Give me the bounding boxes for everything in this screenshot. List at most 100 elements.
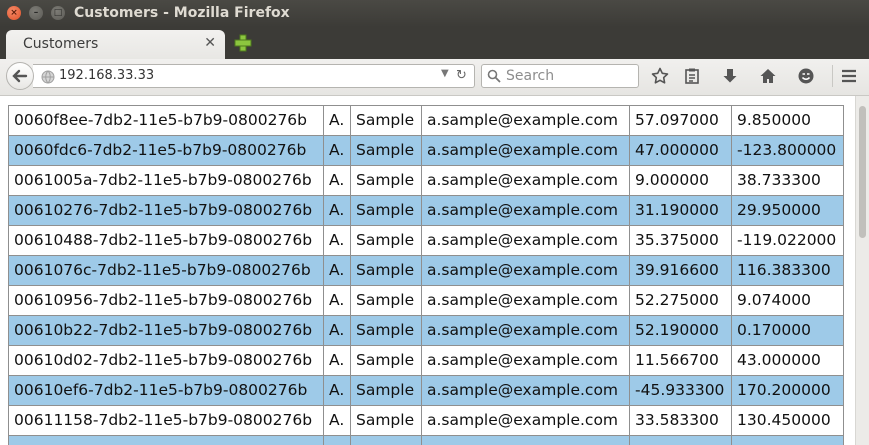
last-name-cell bbox=[350, 435, 422, 445]
initial-cell: A. bbox=[323, 195, 351, 226]
initial-cell: A. bbox=[323, 375, 351, 406]
url-bar[interactable]: 192.168.33.33 ▼ ↻ bbox=[33, 64, 475, 88]
longitude-cell: 130.450000 bbox=[731, 405, 844, 436]
window-title: Customers - Mozilla Firefox bbox=[74, 5, 290, 21]
customer-id-cell: 0060f8ee-7db2-11e5-b7b9-0800276b bbox=[8, 105, 324, 136]
longitude-cell bbox=[731, 435, 844, 445]
longitude-cell: 9.074000 bbox=[731, 285, 844, 316]
email-cell: a.sample@example.com bbox=[421, 405, 630, 436]
latitude-cell: 39.916600 bbox=[629, 255, 732, 286]
table-row: 0060f8ee-7db2-11e5-b7b9-0800276b A. Sample… bbox=[8, 105, 844, 136]
longitude-cell: 43.000000 bbox=[731, 345, 844, 376]
last-name-cell: Sample bbox=[350, 315, 422, 346]
longitude-cell: 0.170000 bbox=[731, 315, 844, 346]
email-cell: a.sample@example.com bbox=[421, 345, 630, 376]
customer-id-cell: 00610b22-7db2-11e5-b7b9-0800276b bbox=[8, 315, 324, 346]
latitude-cell bbox=[629, 435, 732, 445]
email-cell: a.sample@example.com bbox=[421, 375, 630, 406]
globe-icon bbox=[41, 70, 55, 84]
minimize-icon[interactable]: – bbox=[29, 6, 43, 20]
latitude-cell: 11.566700 bbox=[629, 345, 732, 376]
customer-id-cell: 0061005a-7db2-11e5-b7b9-0800276b bbox=[8, 165, 324, 196]
initial-cell: A. bbox=[323, 405, 351, 436]
customer-id-cell: 00610276-7db2-11e5-b7b9-0800276b bbox=[8, 195, 324, 226]
plus-icon[interactable] bbox=[233, 33, 253, 53]
initial-cell: A. bbox=[323, 285, 351, 316]
url-text[interactable]: 192.168.33.33 bbox=[59, 68, 154, 83]
search-bar[interactable]: Search bbox=[481, 64, 639, 88]
clipboard-icon[interactable] bbox=[683, 67, 701, 85]
chevron-down-icon[interactable]: ▼ bbox=[441, 68, 449, 79]
initial-cell: A. bbox=[323, 225, 351, 256]
email-cell: a.sample@example.com bbox=[421, 135, 630, 166]
initial-cell bbox=[323, 435, 351, 445]
customer-id-cell: 00610488-7db2-11e5-b7b9-0800276b bbox=[8, 225, 324, 256]
last-name-cell: Sample bbox=[350, 105, 422, 136]
table-row: 00611158-7db2-11e5-b7b9-0800276b A. Sample… bbox=[8, 405, 844, 436]
initial-cell: A. bbox=[323, 255, 351, 286]
longitude-cell: 38.733300 bbox=[731, 165, 844, 196]
table-row bbox=[8, 435, 844, 445]
search-placeholder: Search bbox=[506, 68, 555, 84]
close-icon[interactable]: × bbox=[7, 6, 21, 20]
scrollbar-thumb[interactable] bbox=[859, 106, 866, 238]
initial-cell: A. bbox=[323, 165, 351, 196]
customer-id-cell: 00610956-7db2-11e5-b7b9-0800276b bbox=[8, 285, 324, 316]
window-titlebar: × – □ Customers - Mozilla Firefox bbox=[0, 0, 869, 27]
download-arrow-icon[interactable] bbox=[721, 67, 739, 85]
reload-icon[interactable]: ↻ bbox=[456, 68, 467, 83]
latitude-cell: 52.190000 bbox=[629, 315, 732, 346]
email-cell: a.sample@example.com bbox=[421, 315, 630, 346]
toolbar-separator bbox=[832, 65, 833, 87]
last-name-cell: Sample bbox=[350, 255, 422, 286]
customer-id-cell: 0061076c-7db2-11e5-b7b9-0800276b bbox=[8, 255, 324, 286]
maximize-icon[interactable]: □ bbox=[51, 6, 65, 20]
home-icon[interactable] bbox=[759, 67, 777, 85]
initial-cell: A. bbox=[323, 105, 351, 136]
longitude-cell: 29.950000 bbox=[731, 195, 844, 226]
latitude-cell: 31.190000 bbox=[629, 195, 732, 226]
latitude-cell: -45.933300 bbox=[629, 375, 732, 406]
longitude-cell: 9.850000 bbox=[731, 105, 844, 136]
email-cell: a.sample@example.com bbox=[421, 285, 630, 316]
customers-table: 0060f8ee-7db2-11e5-b7b9-0800276b A. Sample… bbox=[8, 105, 844, 445]
latitude-cell: 57.097000 bbox=[629, 105, 732, 136]
last-name-cell: Sample bbox=[350, 165, 422, 196]
email-cell: a.sample@example.com bbox=[421, 225, 630, 256]
last-name-cell: Sample bbox=[350, 195, 422, 226]
smiley-icon[interactable] bbox=[797, 67, 815, 85]
last-name-cell: Sample bbox=[350, 225, 422, 256]
arrow-left-icon bbox=[12, 69, 28, 83]
table-row: 0061076c-7db2-11e5-b7b9-0800276b A. Sample… bbox=[8, 255, 844, 286]
page-content: 0060f8ee-7db2-11e5-b7b9-0800276b A. Sample… bbox=[0, 96, 855, 445]
customer-id-cell bbox=[8, 435, 324, 445]
vertical-scrollbar[interactable] bbox=[855, 96, 869, 445]
table-row: 00610956-7db2-11e5-b7b9-0800276b A. Sample… bbox=[8, 285, 844, 316]
table-row: 00610276-7db2-11e5-b7b9-0800276b A. Sample… bbox=[8, 195, 844, 226]
last-name-cell: Sample bbox=[350, 285, 422, 316]
navigation-toolbar: 192.168.33.33 ▼ ↻ Search bbox=[0, 59, 869, 96]
initial-cell: A. bbox=[323, 315, 351, 346]
customer-id-cell: 00610ef6-7db2-11e5-b7b9-0800276b bbox=[8, 375, 324, 406]
tab-customers[interactable]: Customers ✕ bbox=[6, 30, 225, 59]
table-row: 00610488-7db2-11e5-b7b9-0800276b A. Sample… bbox=[8, 225, 844, 256]
customer-id-cell: 00610d02-7db2-11e5-b7b9-0800276b bbox=[8, 345, 324, 376]
tab-close-icon[interactable]: ✕ bbox=[204, 35, 216, 51]
initial-cell: A. bbox=[323, 345, 351, 376]
tab-strip: Customers ✕ bbox=[0, 27, 869, 59]
email-cell: a.sample@example.com bbox=[421, 195, 630, 226]
hamburger-menu-icon[interactable] bbox=[840, 67, 858, 85]
tab-label: Customers bbox=[23, 36, 99, 52]
table-row: 0060fdc6-7db2-11e5-b7b9-0800276b A. Sample… bbox=[8, 135, 844, 166]
star-icon[interactable] bbox=[651, 67, 669, 85]
email-cell: a.sample@example.com bbox=[421, 255, 630, 286]
latitude-cell: 9.000000 bbox=[629, 165, 732, 196]
table-row: 00610d02-7db2-11e5-b7b9-0800276b A. Sample… bbox=[8, 345, 844, 376]
latitude-cell: 47.000000 bbox=[629, 135, 732, 166]
table-row: 0061005a-7db2-11e5-b7b9-0800276b A. Sample… bbox=[8, 165, 844, 196]
longitude-cell: -123.800000 bbox=[731, 135, 844, 166]
back-button[interactable] bbox=[6, 62, 34, 90]
longitude-cell: 116.383300 bbox=[731, 255, 844, 286]
search-icon bbox=[487, 69, 501, 83]
table-row: 00610ef6-7db2-11e5-b7b9-0800276b A. Sample… bbox=[8, 375, 844, 406]
